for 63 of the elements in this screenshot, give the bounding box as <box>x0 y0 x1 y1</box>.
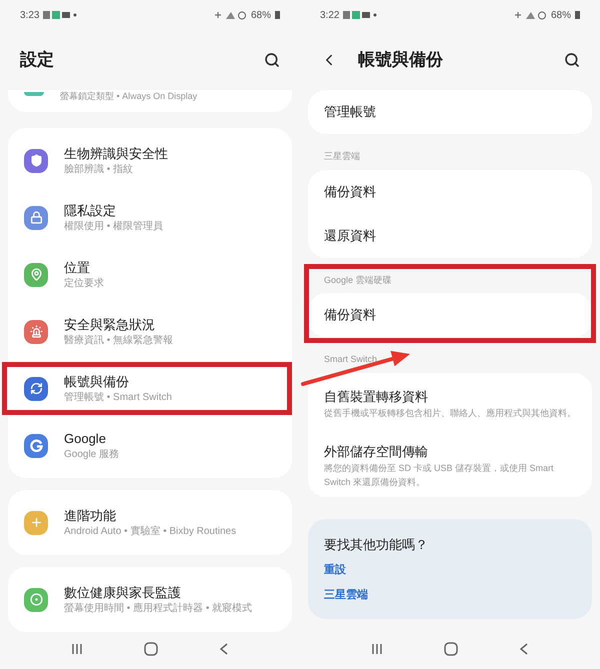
battery-icon <box>575 11 580 19</box>
settings-item[interactable]: 備份資料 <box>308 293 592 337</box>
item-subtitle: 從舊手機或平板轉移包含相片、聯絡人、應用程式與其他資料。 <box>324 406 576 420</box>
notification-icons <box>43 11 78 19</box>
item-subtitle: 管理帳號 • Smart Switch <box>64 390 172 404</box>
item-title: 生物辨識與安全性 <box>64 144 168 162</box>
settings-item[interactable]: 安全與緊急狀況 醫療資訊 • 無線緊急警報 <box>8 303 292 360</box>
item-title: 備份資料 <box>324 182 377 200</box>
item-title: 進階功能 <box>64 506 117 524</box>
item-subtitle: 醫療資訊 • 無線緊急警報 <box>64 334 174 348</box>
section-header: 三星雲端 <box>324 150 360 163</box>
item-subtitle: Google 服務 <box>64 448 120 462</box>
recent-apps-icon[interactable] <box>70 643 83 655</box>
item-subtitle: Android Auto • 實驗室 • Bixby Routines <box>64 524 236 538</box>
item-title: 自舊裝置轉移資料 <box>324 388 429 406</box>
notification-icons <box>343 11 378 19</box>
battery-icon <box>275 11 280 19</box>
settings-item[interactable]: 數位健康與家長監護 螢幕使用時間 • 應用程式計時器 • 就寢模式 <box>8 571 292 628</box>
item-title: 管理帳號 <box>324 103 377 121</box>
suggestion-link[interactable]: 重設 <box>324 562 576 578</box>
settings-item[interactable]: Google Google 服務 <box>8 417 292 474</box>
home-icon[interactable] <box>144 642 158 656</box>
item-title: 位置 <box>64 258 91 276</box>
back-icon[interactable] <box>219 643 230 655</box>
battery-level: 68% <box>250 8 271 22</box>
item-title: 外部儲存空間傳輸 <box>324 442 429 460</box>
item-subtitle: 螢幕使用時間 • 應用程式計時器 • 就寢模式 <box>64 602 252 616</box>
item-subtitle: 權限使用 • 權限管理員 <box>64 220 164 234</box>
home-icon[interactable] <box>444 642 458 656</box>
item-title: 還原資料 <box>324 226 377 244</box>
suggestions-title: 要找其他功能嗎？ <box>324 536 429 554</box>
settings-item[interactable]: 備份資料 <box>308 170 592 214</box>
status-time: 3:23 <box>20 8 40 22</box>
settings-item[interactable]: 管理帳號 <box>308 90 592 134</box>
item-title: 安全與緊急狀況 <box>64 316 156 334</box>
screen-title: 帳號與備份 <box>358 49 444 72</box>
item-title: 備份資料 <box>324 306 377 324</box>
section-header: Smart Switch <box>324 353 378 366</box>
search-icon[interactable] <box>264 52 280 68</box>
back-icon[interactable] <box>519 643 530 655</box>
battery-level: 68% <box>550 8 571 22</box>
screen-title: 設定 <box>20 49 54 72</box>
settings-item[interactable]: 生物辨識與安全性 臉部辨識 • 指紋 <box>8 132 292 189</box>
settings-item[interactable]: 位置 定位要求 <box>8 246 292 303</box>
settings-item[interactable]: 外部儲存空間傳輸 將您的資料備份至 SD 卡或 USB 儲存裝置，或使用 Smart Switch 來還原備份資料。 <box>308 434 592 496</box>
settings-item[interactable]: 隱私設定 權限使用 • 權限管理員 <box>8 189 292 246</box>
suggestion-link[interactable]: 三星雲端 <box>324 586 576 603</box>
settings-item[interactable]: 帳號與備份 管理帳號 • Smart Switch <box>8 360 292 417</box>
item-title: 隱私設定 <box>64 202 117 220</box>
recent-apps-icon[interactable] <box>370 643 383 655</box>
item-title: Google <box>64 430 107 448</box>
item-title: 數位健康與家長監護 <box>64 584 182 602</box>
settings-item[interactable]: 進階功能 Android Auto • 實驗室 • Bixby Routines <box>8 494 292 551</box>
item-subtitle: 將您的資料備份至 SD 卡或 USB 儲存裝置，或使用 Smart Switch 來還原備份資料。 <box>324 462 555 488</box>
item-title: 帳號與備份 <box>64 372 130 390</box>
section-header: Google 雲端硬碟 <box>324 274 392 287</box>
settings-item[interactable]: 自舊裝置轉移資料 從舊手機或平板轉移包含相片、聯絡人、應用程式與其他資料。 <box>308 372 592 434</box>
settings-item[interactable]: 還原資料 <box>308 214 592 258</box>
item-subtitle: 定位要求 <box>64 276 104 290</box>
status-time: 3:22 <box>320 8 340 22</box>
item-subtitle: 螢幕鎖定類型 • Always On Display <box>60 90 198 103</box>
item-subtitle: 臉部辨識 • 指紋 <box>64 162 134 176</box>
search-icon[interactable] <box>564 52 580 68</box>
